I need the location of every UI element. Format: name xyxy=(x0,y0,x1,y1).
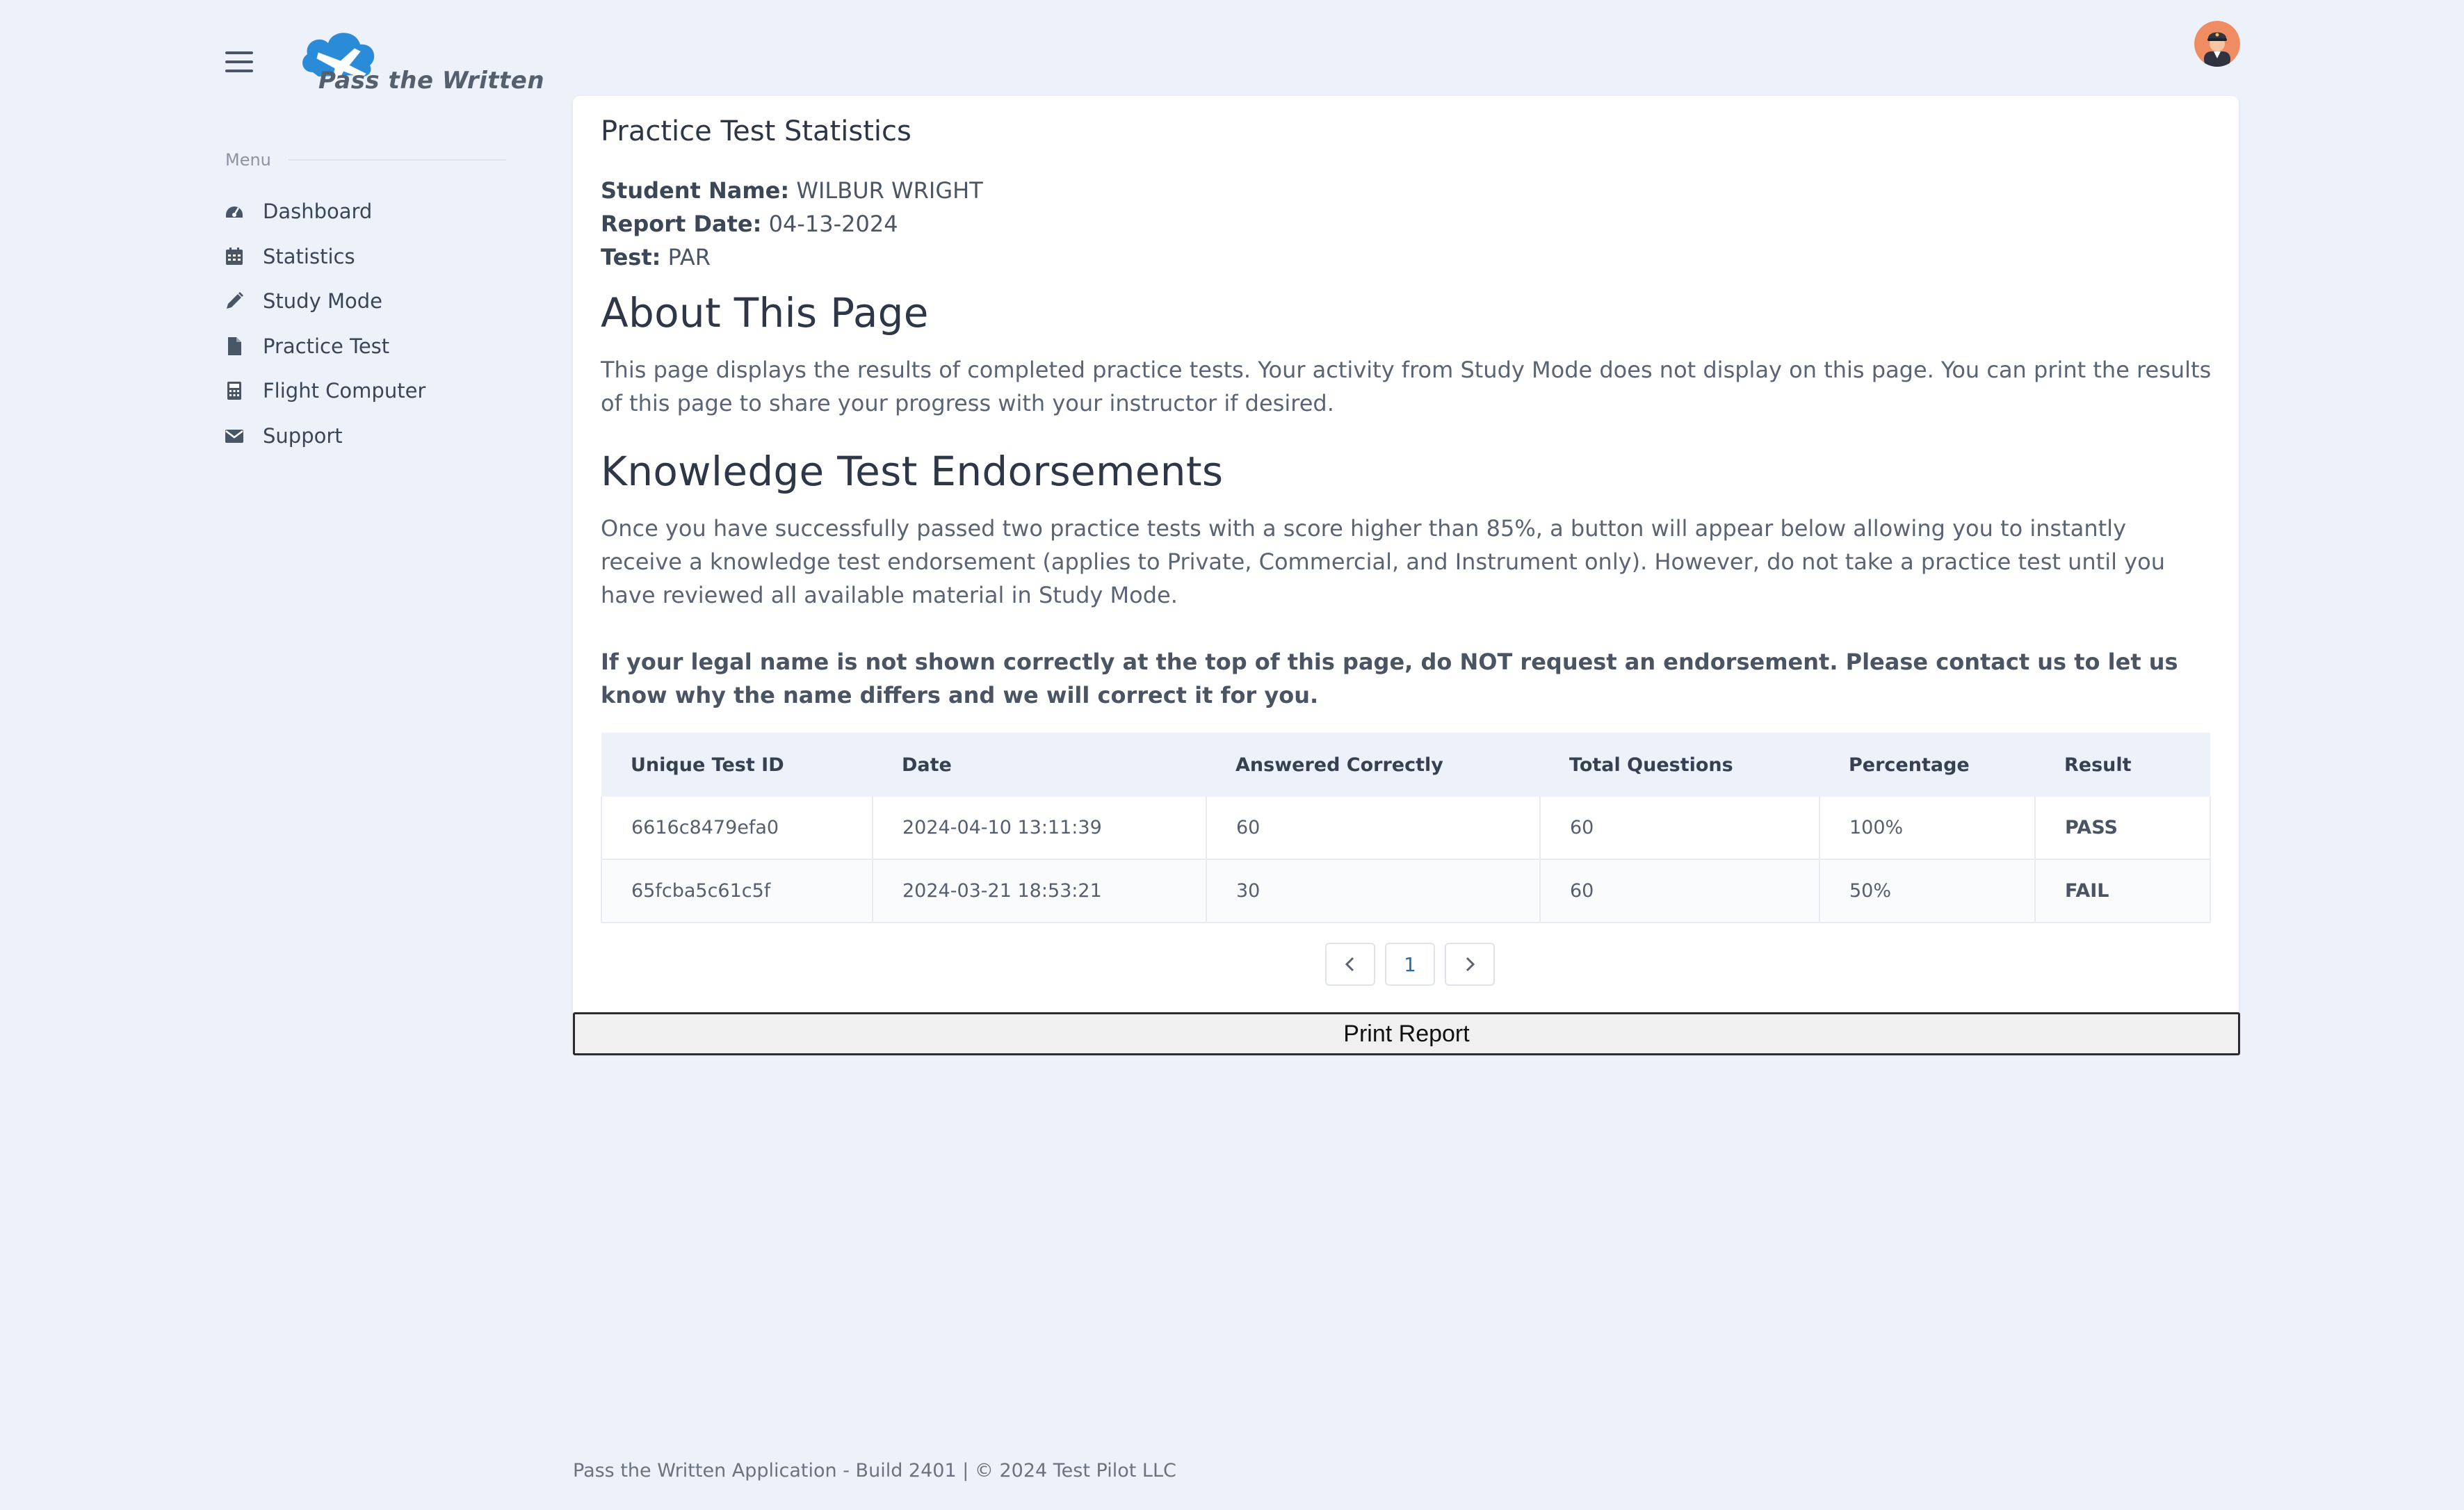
student-name-value: WILBUR WRIGHT xyxy=(796,177,983,204)
menu-heading-label: Menu xyxy=(225,150,271,170)
endorsements-text: Once you have successfully passed two pr… xyxy=(601,515,2165,608)
student-name-label: Student Name: xyxy=(601,177,790,204)
page-title: Practice Test Statistics xyxy=(601,115,911,147)
student-name-row: Student Name: WILBUR WRIGHT xyxy=(601,174,983,207)
envelope-icon xyxy=(224,425,245,446)
table-row: 6616c8479efa0 2024-04-10 13:11:39 60 60 … xyxy=(601,797,2211,860)
logo[interactable]: Pass the Written xyxy=(298,25,544,102)
date-cell: 2024-04-10 13:11:39 xyxy=(872,797,1207,860)
sidebar-item-support[interactable]: Support xyxy=(224,414,425,459)
chevron-left-icon xyxy=(1345,957,1354,972)
logo-text: Pass the Written xyxy=(318,67,545,95)
test-id-cell: 6616c8479efa0 xyxy=(601,797,873,860)
test-value: PAR xyxy=(667,244,711,270)
sidebar-nav: Dashboard Statistics Study Mode Practice… xyxy=(224,189,425,458)
report-date-value: 04-13-2024 xyxy=(768,211,898,237)
column-header[interactable]: Percentage xyxy=(1819,733,2035,797)
pagination: 1 xyxy=(1325,943,1495,986)
menu-heading: Menu xyxy=(225,150,506,170)
about-text: This page displays the results of comple… xyxy=(601,357,2212,416)
test-label: Test: xyxy=(601,244,661,270)
user-avatar[interactable] xyxy=(2194,21,2240,67)
results-table: Unique Test ID Date Answered Correctly T… xyxy=(601,733,2211,923)
column-header[interactable]: Result xyxy=(2035,733,2210,797)
answered-cell: 30 xyxy=(1206,859,1541,923)
test-id-cell: 65fcba5c61c5f xyxy=(601,859,873,923)
print-report-button[interactable]: Print Report xyxy=(573,1012,2240,1055)
dashboard-icon xyxy=(224,201,245,222)
pilot-avatar-icon xyxy=(2194,21,2240,67)
sidebar-item-label: Support xyxy=(263,423,343,448)
report-date-label: Report Date: xyxy=(601,211,762,237)
result-cell: FAIL xyxy=(2034,859,2211,923)
sidebar-item-label: Study Mode xyxy=(263,289,382,314)
footer-text: Pass the Written Application - Build 240… xyxy=(573,1460,1176,1481)
report-date-row: Report Date: 04-13-2024 xyxy=(601,207,983,241)
column-header[interactable]: Answered Correctly xyxy=(1206,733,1540,797)
calculator-icon xyxy=(224,380,245,401)
sidebar-item-statistics[interactable]: Statistics xyxy=(224,234,425,279)
statistics-card: Practice Test Statistics Student Name: W… xyxy=(573,96,2239,1054)
date-cell: 2024-03-21 18:53:21 xyxy=(872,859,1207,923)
menu-divider xyxy=(287,159,506,161)
sidebar-item-label: Statistics xyxy=(263,244,355,268)
answered-cell: 60 xyxy=(1206,797,1541,860)
sidebar-item-study-mode[interactable]: Study Mode xyxy=(224,279,425,324)
sidebar-item-practice-test[interactable]: Practice Test xyxy=(224,324,425,369)
pencil-icon xyxy=(224,291,245,311)
page-1-button[interactable]: 1 xyxy=(1385,943,1435,986)
file-icon xyxy=(224,336,245,357)
total-cell: 60 xyxy=(1539,859,1820,923)
column-header[interactable]: Total Questions xyxy=(1540,733,1819,797)
sidebar-item-flight-computer[interactable]: Flight Computer xyxy=(224,368,425,414)
sidebar-item-label: Dashboard xyxy=(263,200,373,224)
table-row: 65fcba5c61c5f 2024-03-21 18:53:21 30 60 … xyxy=(601,859,2211,923)
total-cell: 60 xyxy=(1539,797,1820,860)
test-row: Test: PAR xyxy=(601,241,983,274)
percentage-cell: 50% xyxy=(1819,859,2036,923)
sidebar-item-dashboard[interactable]: Dashboard xyxy=(224,189,425,234)
column-header[interactable]: Date xyxy=(873,733,1206,797)
sidebar-item-label: Flight Computer xyxy=(263,379,426,403)
next-page-button[interactable] xyxy=(1445,943,1495,986)
endorsements-heading: Knowledge Test Endorsements xyxy=(601,448,1224,495)
chevron-right-icon xyxy=(1466,957,1475,972)
about-heading: About This Page xyxy=(601,289,929,336)
prev-page-button[interactable] xyxy=(1325,943,1375,986)
calendar-icon xyxy=(224,246,245,267)
table-header-row: Unique Test ID Date Answered Correctly T… xyxy=(601,733,2210,797)
sidebar-item-label: Practice Test xyxy=(263,334,390,358)
student-info: Student Name: WILBUR WRIGHT Report Date:… xyxy=(601,174,983,274)
app-frame: Pass the Written Menu Dashboard Statisti… xyxy=(0,0,2464,1510)
hamburger-menu-icon[interactable] xyxy=(225,51,253,72)
result-cell: PASS xyxy=(2034,797,2211,860)
legal-name-warning: If your legal name is not shown correctl… xyxy=(601,649,2178,708)
percentage-cell: 100% xyxy=(1819,797,2036,860)
column-header[interactable]: Unique Test ID xyxy=(601,733,873,797)
